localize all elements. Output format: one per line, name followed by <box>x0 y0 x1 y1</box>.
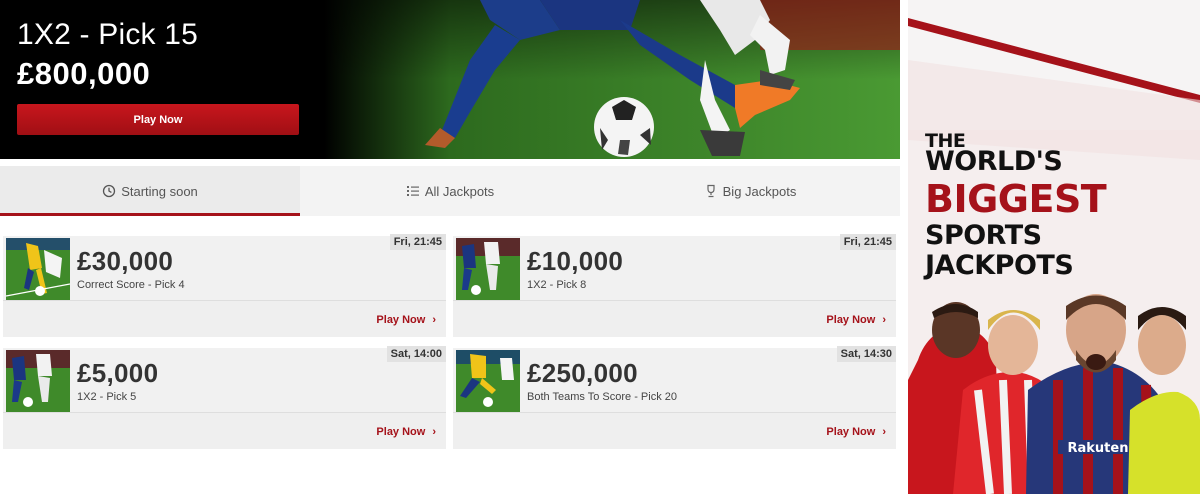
kickoff-time: Fri, 21:45 <box>389 234 446 250</box>
play-now-link[interactable]: Play Now › <box>826 426 886 438</box>
tab-label: All Jackpots <box>424 183 495 199</box>
chevron-right-icon: › <box>882 426 886 438</box>
jackpot-card-header: Fri, 21:45 £30,000 Correct Score - Pick … <box>3 234 446 301</box>
clock-icon <box>103 184 116 198</box>
side-advert-banner[interactable]: Rakuten THE WORLD'S BIGGEST SPORTS JACKP… <box>908 0 1200 494</box>
kickoff-time: Sat, 14:30 <box>836 346 896 362</box>
jackpot-card-header: Fri, 21:45 £10,000 1X2 - Pick 8 <box>453 234 896 301</box>
jackpot-card[interactable]: Fri, 21:45 £10,000 1X2 - Pick 8 Play Now… <box>453 234 896 337</box>
play-now-label: Play Now <box>376 426 426 438</box>
jackpot-amount: £30,000 <box>77 246 174 276</box>
kickoff-time: Fri, 21:45 <box>839 234 896 250</box>
jackpot-thumbnail <box>6 350 70 412</box>
advert-headline-line2: WORLD'S <box>925 146 1063 177</box>
hero-jackpot-amount: £800,000 <box>17 56 151 91</box>
jackpot-type: 1X2 - Pick 5 <box>77 391 137 403</box>
jackpot-thumbnail <box>456 238 520 300</box>
play-now-link[interactable]: Play Now › <box>376 314 436 326</box>
advert-headline-line3: BIGGEST <box>925 177 1107 221</box>
tab-all-jackpots[interactable]: All Jackpots <box>300 166 600 216</box>
chevron-right-icon: › <box>432 314 436 326</box>
tab-big-jackpots[interactable]: Big Jackpots <box>600 166 900 216</box>
jackpot-amount: £10,000 <box>527 246 624 276</box>
shirt-sponsor-text: Rakuten <box>1068 441 1129 456</box>
jackpot-type: Both Teams To Score - Pick 20 <box>527 391 677 403</box>
jackpot-type: 1X2 - Pick 8 <box>527 279 587 291</box>
jackpot-tabs: Starting soon All Jackpots Big Jackpots <box>0 166 900 216</box>
hero-title: 1X2 - Pick 15 <box>17 18 199 51</box>
list-icon <box>406 186 419 196</box>
jackpot-card-header: Sat, 14:00 £5,000 1X2 - Pick 5 <box>3 346 446 413</box>
jackpot-amount: £5,000 <box>77 358 159 388</box>
play-now-label: Play Now <box>376 314 426 326</box>
jackpot-card[interactable]: Fri, 21:45 £30,000 Correct Score - Pick … <box>3 234 446 337</box>
chevron-right-icon: › <box>432 426 436 438</box>
tab-label: Big Jackpots <box>722 183 797 199</box>
jackpot-type: Correct Score - Pick 4 <box>77 279 185 291</box>
play-now-link[interactable]: Play Now › <box>826 314 886 326</box>
hero-banner[interactable]: 1X2 - Pick 15 £800,000 Play Now <box>0 0 900 159</box>
trophy-icon <box>707 184 715 198</box>
jackpot-card-header: Sat, 14:30 £250,000 Both Teams To Score … <box>453 346 896 413</box>
jackpot-thumbnail <box>6 238 70 300</box>
jackpot-card[interactable]: Sat, 14:30 £250,000 Both Teams To Score … <box>453 346 896 449</box>
play-now-label: Play Now <box>826 426 876 438</box>
jackpot-card[interactable]: Sat, 14:00 £5,000 1X2 - Pick 5 Play Now › <box>3 346 446 449</box>
tab-starting-soon[interactable]: Starting soon <box>0 166 300 216</box>
tab-label: Starting soon <box>121 183 198 199</box>
kickoff-time: Sat, 14:00 <box>386 346 446 362</box>
hero-play-now-button[interactable]: Play Now <box>17 104 299 135</box>
jackpot-thumbnail <box>456 350 520 412</box>
jackpot-amount: £250,000 <box>527 358 638 388</box>
chevron-right-icon: › <box>882 314 886 326</box>
advert-headline-line4: SPORTS <box>925 220 1042 251</box>
play-now-label: Play Now <box>826 314 876 326</box>
play-now-link[interactable]: Play Now › <box>376 426 436 438</box>
advert-headline-line5: JACKPOTS <box>925 250 1074 281</box>
